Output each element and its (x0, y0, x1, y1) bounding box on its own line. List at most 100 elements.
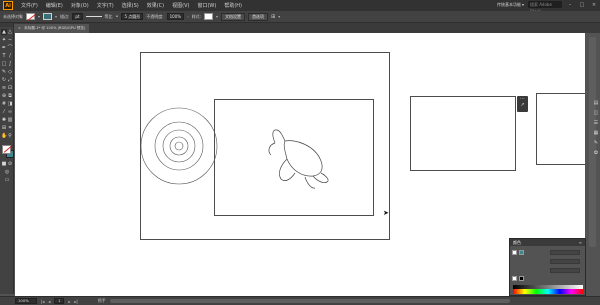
arrange-documents-icon[interactable]: ⊞ (271, 14, 275, 20)
menu-object[interactable]: 对象(O) (71, 2, 89, 9)
menu-type[interactable]: 文字(T) (97, 2, 114, 9)
menu-edit[interactable]: 编辑(E) (46, 2, 63, 9)
concentric-circles[interactable] (140, 107, 218, 185)
workspace-switcher[interactable]: 传统基本功能 ▾ (497, 2, 524, 8)
menu-items: 文件(F) 编辑(E) 对象(O) 文字(T) 选择(S) 效果(C) 视图(V… (21, 2, 242, 9)
properties-icon[interactable]: ▤ (592, 100, 600, 106)
color-slider-r[interactable] (550, 250, 580, 255)
swatches-icon[interactable]: ▦ (592, 130, 600, 136)
canvas-artwork (140, 107, 329, 189)
selection-status: 未选择对象 (3, 13, 23, 19)
brushes-icon[interactable]: ✎ (592, 140, 600, 146)
zoom-level-input[interactable]: 100% (15, 298, 37, 304)
menu-window[interactable]: 窗口(W) (197, 2, 216, 9)
menu-effect[interactable]: 效果(C) (147, 2, 164, 9)
chevron-down-icon: ▾ (521, 2, 524, 7)
tools-panel: ▲ △ ✦ ∽ ✒ ⌒ T / □ ∫ ✎ ◇ ↻ ⤢ ≋ ⊡ ⊕ ⧉ # ◨ … (0, 23, 14, 294)
color-panel-title: 颜色 (513, 239, 521, 245)
menubar-right: 传统基本功能 ▾ 搜索 Adobe Stock – □ × (497, 1, 598, 14)
screen-mode-icon[interactable]: ▭ (4, 177, 10, 183)
vertical-scrollbar[interactable] (585, 33, 600, 296)
gradient-icon[interactable]: ◨ (7, 101, 13, 107)
document-tab-bar: × 未标题-1* @ 100% (RGB/GPU 预览) (14, 23, 600, 33)
black-swatch[interactable] (519, 275, 524, 281)
path-tool-icon: ↗ (520, 102, 525, 108)
white-swatch[interactable] (512, 275, 517, 281)
horizontal-scrollbar[interactable] (110, 299, 510, 303)
tools-grip[interactable] (0, 23, 13, 27)
slice-icon[interactable]: ⌗ (7, 125, 13, 131)
fill-color-box[interactable] (2, 145, 11, 154)
line-segment-icon[interactable]: / (7, 53, 13, 59)
draw-mode-icon[interactable]: ◎ (4, 169, 10, 175)
opacity-label: 不透明度: (146, 13, 164, 19)
panel-dock-strip: ▤ ◫ ☰ ▦ ✎ ✿ (592, 100, 600, 156)
menu-help[interactable]: 帮助(H) (224, 2, 242, 9)
chevron-down-icon[interactable]: ▾ (55, 14, 57, 19)
scale-icon[interactable]: ⤢ (7, 77, 13, 83)
color-spectrum[interactable] (513, 289, 583, 294)
menu-file[interactable]: 文件(F) (21, 2, 38, 9)
maximize-button[interactable]: □ (578, 2, 586, 8)
workspace-label: 传统基本功能 (496, 1, 521, 7)
column-graph-icon[interactable]: ▥ (7, 117, 13, 123)
none-mode-icon[interactable]: ⊘ (7, 161, 13, 167)
perspective-grid-icon[interactable]: ⧉ (7, 93, 13, 99)
lasso-icon[interactable]: ∽ (7, 37, 13, 43)
panel-fill-swatch[interactable] (512, 249, 517, 255)
preferences-button[interactable]: 首选项 (248, 12, 269, 21)
menu-bar: Ai 文件(F) 编辑(E) 对象(O) 文字(T) 选择(S) 效果(C) 视… (0, 0, 600, 14)
stroke-profile-preview[interactable] (85, 16, 102, 17)
color-slider-g[interactable] (550, 259, 580, 264)
free-transform-icon[interactable]: ⊡ (7, 85, 13, 91)
chevron-down-icon[interactable]: ▾ (216, 14, 218, 19)
document-tab-title: 未标题-1* @ 100% (RGB/GPU 预览) (24, 26, 86, 30)
brush-definition[interactable]: 5 点圆形 (121, 13, 144, 20)
fill-swatch[interactable] (26, 13, 35, 20)
color-panel: 颜色 ≡ (509, 238, 586, 296)
stroke-swatch[interactable] (43, 13, 53, 20)
color-slider-b[interactable] (550, 268, 580, 273)
prev-artboard-button[interactable]: ◂ (48, 299, 50, 304)
document-setup-button[interactable]: 文档设置 (221, 12, 246, 21)
chevron-down-icon[interactable]: ▾ (278, 14, 280, 19)
curvature-icon[interactable]: ⌒ (7, 45, 13, 51)
panel-stroke-swatch[interactable] (519, 249, 524, 255)
panel-menu-icon[interactable]: ≡ (579, 240, 582, 245)
direct-selection-icon[interactable]: △ (7, 29, 13, 35)
close-tab-icon[interactable]: × (18, 26, 21, 30)
libraries-icon[interactable]: ☰ (592, 120, 600, 126)
current-tool-status: 抓手 (97, 298, 106, 303)
app-logo: Ai (3, 1, 13, 10)
graphic-style-swatch[interactable] (204, 13, 214, 20)
stock-search-input[interactable]: 搜索 Adobe Stock (528, 1, 562, 14)
next-artboard-button[interactable]: ▸ (68, 299, 70, 304)
mouse-cursor-icon: ➤ (383, 209, 389, 217)
stroke-style-label[interactable]: 等比 (105, 14, 113, 20)
opacity-input[interactable]: 100% (166, 13, 185, 20)
menu-select[interactable]: 选择(S) (122, 2, 139, 9)
symbols-icon[interactable]: ✿ (592, 150, 600, 156)
chevron-down-icon[interactable]: ▾ (38, 14, 40, 19)
zoom-icon[interactable]: ⚲ (7, 133, 13, 139)
first-artboard-button[interactable]: |◂ (41, 299, 44, 304)
minimize-button[interactable]: – (566, 2, 574, 8)
layers-icon[interactable]: ◫ (592, 110, 600, 116)
canvas[interactable]: ⋯ ↗ ➤ (15, 33, 585, 296)
chevron-right-icon[interactable]: › (187, 14, 189, 19)
close-window-button[interactable]: × (590, 2, 598, 8)
blend-icon[interactable]: ∞ (7, 109, 13, 115)
turtle-outline[interactable] (268, 129, 329, 189)
stroke-weight-input[interactable]: pt (72, 13, 83, 20)
eraser-icon[interactable]: ◇ (7, 69, 13, 75)
illustrator-window: Ai 文件(F) 编辑(E) 对象(O) 文字(T) 选择(S) 效果(C) 视… (0, 0, 600, 305)
quick-action-button[interactable]: ⋯ ↗ (517, 96, 528, 112)
control-bar: 未选择对象 ▾ ▾ 描边: pt 等比 • 5 点圆形 不透明度: 100% ›… (0, 11, 600, 23)
color-panel-header[interactable]: 颜色 ≡ (510, 239, 585, 246)
menu-view[interactable]: 视图(V) (172, 2, 189, 9)
document-tab[interactable]: × 未标题-1* @ 100% (RGB/GPU 预览) (14, 24, 89, 33)
last-artboard-button[interactable]: ▸| (74, 299, 77, 304)
paintbrush-icon[interactable]: ∫ (7, 61, 13, 67)
brush-dot-icon: • (115, 13, 119, 20)
artboard-number-input[interactable]: 1 (54, 298, 65, 304)
